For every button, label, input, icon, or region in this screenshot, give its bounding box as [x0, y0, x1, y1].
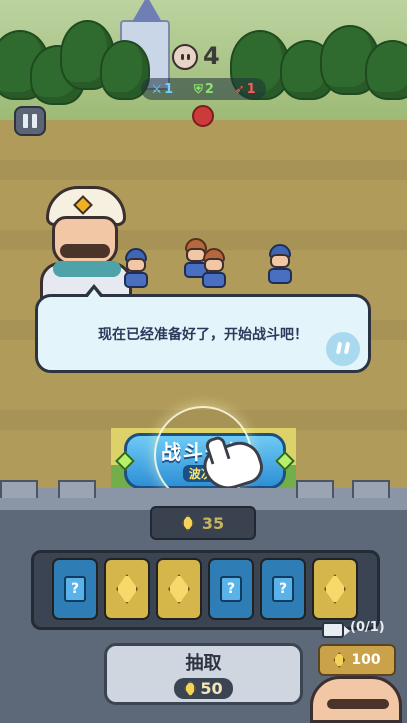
gem-icon: [333, 652, 346, 668]
pause-button[interactable]: [14, 106, 46, 136]
wall-merlon: [58, 480, 96, 498]
mystery-card-icon: ?: [64, 576, 86, 602]
gem-card-icon: [324, 574, 346, 604]
card-slot-6[interactable]: [312, 558, 358, 620]
card-slot-2[interactable]: [104, 558, 150, 620]
mystery-card-icon: ?: [220, 576, 242, 602]
enemy-count: 4: [203, 42, 220, 70]
cost-value: 35: [201, 513, 225, 533]
sword-stat: ⚔ 1: [151, 82, 173, 97]
card-slot-4[interactable]: ?: [208, 558, 254, 620]
ad-reward-panel[interactable]: (0/1) 100: [314, 616, 398, 676]
mystery-card-icon: ?: [272, 576, 294, 602]
arrow-icon: ➶: [234, 82, 245, 96]
cost-slot: 35: [150, 506, 256, 540]
king-advisor: [38, 186, 133, 302]
arrow-stat: ➶ 1: [235, 82, 256, 97]
shield-icon: ⛨: [193, 81, 203, 96]
enemy-spawn-marker: [192, 105, 214, 127]
tree: [365, 40, 407, 100]
wall-merlon: [0, 480, 38, 498]
unit-stats-bar: ⚔ 1 ⛨ 2 ➶ 1: [141, 78, 266, 100]
shield-stat: ⛨ 2: [194, 82, 214, 97]
king-portrait: [310, 676, 402, 723]
dialog-text: 现在已经准备好了，开始战斗吧！: [98, 326, 308, 343]
archer-unit[interactable]: [200, 248, 228, 290]
sword-stat-value: 1: [164, 81, 174, 97]
card-slot-3[interactable]: [156, 558, 202, 620]
gem-card-icon: [168, 574, 190, 604]
video-camera-icon: [322, 622, 350, 638]
ad-reward-button[interactable]: 100: [318, 644, 396, 676]
card-slot-5[interactable]: ?: [260, 558, 306, 620]
dialog-bubble: 现在已经准备好了，开始战斗吧！: [35, 284, 371, 373]
wall-merlon: [296, 480, 334, 498]
draw-cost-value: 50: [200, 679, 223, 698]
card-slot-1[interactable]: ?: [52, 558, 98, 620]
sword-icon: ⚔: [151, 82, 163, 96]
gem-icon: [181, 515, 194, 531]
shield-stat-value: 2: [204, 81, 214, 97]
gem-icon: [184, 680, 197, 697]
arrow-stat-value: 1: [246, 81, 256, 97]
wall-merlon: [352, 480, 390, 498]
draw-button[interactable]: 抽取 50: [104, 643, 303, 705]
ad-reward-value: 100: [351, 652, 381, 668]
draw-label: 抽取: [185, 653, 222, 674]
soldier-unit[interactable]: [122, 248, 150, 290]
draw-cost: 50: [174, 678, 233, 699]
gem-card-icon: [116, 574, 138, 604]
ad-count: (0/1): [350, 620, 385, 635]
enemy-face-icon: [172, 44, 198, 70]
speech-indicator-icon: [326, 332, 360, 366]
shield-soldier-unit[interactable]: [266, 244, 294, 286]
pause-icon: [23, 114, 28, 128]
